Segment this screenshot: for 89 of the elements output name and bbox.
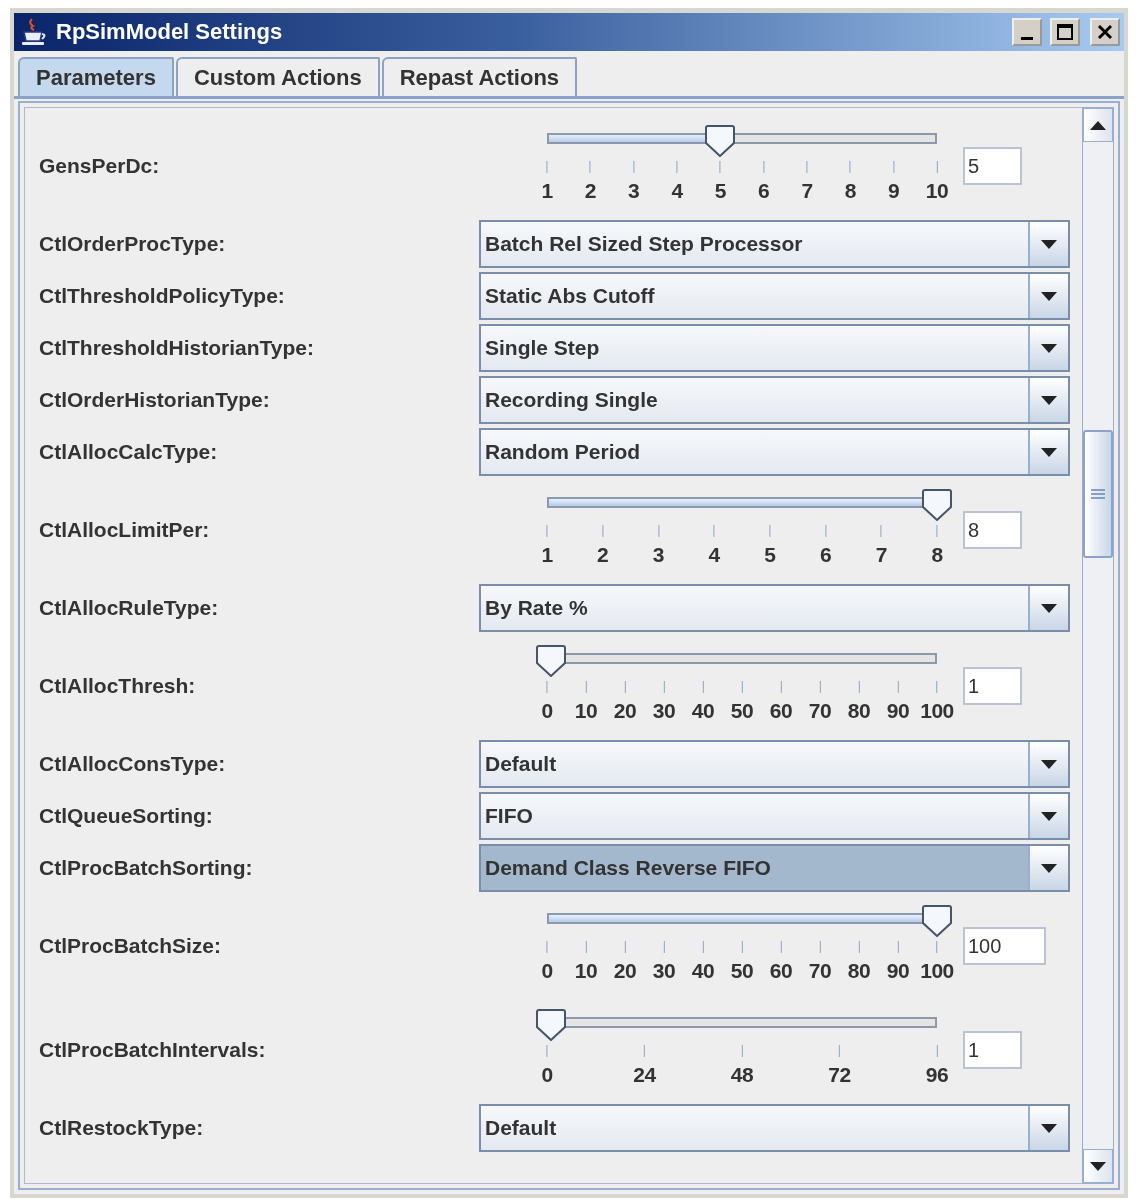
value-field[interactable]: 1 (963, 667, 1022, 705)
field-label: CtlAllocThresh: (39, 674, 197, 698)
tick-label: 30 (652, 699, 676, 723)
field-label: CtlOrderHistorianType: (39, 388, 271, 412)
field-label: CtlQueueSorting: (39, 804, 214, 828)
dropdown-value: FIFO (484, 804, 534, 828)
tick-label: 1 (541, 543, 553, 567)
dropdown[interactable]: Default (479, 740, 1070, 788)
dropdown[interactable]: Batch Rel Sized Step Processor (479, 220, 1070, 268)
tick-label: 20 (613, 699, 637, 723)
field-label: CtlRestockType: (39, 1116, 205, 1140)
tick-label: 48 (730, 1063, 754, 1087)
field-label: CtlProcBatchSorting: (39, 856, 254, 880)
dropdown-value: Single Step (484, 336, 601, 360)
dropdown-value: Default (484, 752, 558, 776)
tick-label: 2 (597, 543, 609, 567)
field-label: CtlProcBatchIntervals: (39, 1038, 267, 1062)
tick-label: 8 (931, 543, 943, 567)
tick-label: 24 (633, 1063, 656, 1087)
value-field[interactable]: 5 (963, 147, 1022, 185)
dropdown-value: By Rate % (484, 596, 589, 620)
dropdown[interactable]: Random Period (479, 428, 1070, 476)
tick-label: 80 (847, 959, 871, 983)
tick-label: 0 (541, 959, 553, 983)
field-label: CtlAllocLimitPer: (39, 518, 211, 542)
dropdown-value: Static Abs Cutoff (484, 284, 656, 308)
value-field[interactable]: 1 (963, 1031, 1022, 1069)
tick-label: 10 (574, 959, 598, 983)
field-label: CtlThresholdPolicyType: (39, 284, 286, 308)
tick-label: 8 (844, 179, 856, 203)
field-label: CtlProcBatchSize: (39, 934, 223, 958)
tick-label: 5 (764, 543, 776, 567)
tick-label: 10 (574, 699, 598, 723)
window-title: RpSimModel Settings (56, 19, 284, 45)
tick-label: 0 (541, 1063, 553, 1087)
tick-label: 1 (541, 179, 553, 203)
tick-label: 7 (801, 179, 813, 203)
tick-label: 50 (730, 959, 754, 983)
dropdown[interactable]: Single Step (479, 324, 1070, 372)
dropdown[interactable]: Default (479, 1104, 1070, 1152)
tick-label: 6 (758, 179, 770, 203)
tick-label: 96 (925, 1063, 949, 1087)
tick-label: 90 (886, 699, 910, 723)
dropdown-value: Demand Class Reverse FIFO (484, 856, 772, 880)
tick-label: 9 (888, 179, 900, 203)
tick-label: 70 (808, 959, 832, 983)
tick-label: 40 (691, 959, 715, 983)
tick-label: 72 (828, 1063, 851, 1087)
tick-label: 5 (714, 179, 726, 203)
tick-label: 7 (875, 543, 887, 567)
tab[interactable]: Parameters (18, 57, 174, 96)
tick-label: 3 (628, 179, 640, 203)
tick-label: 60 (769, 699, 793, 723)
tick-label: 4 (671, 179, 683, 203)
tick-label: 80 (847, 699, 871, 723)
tick-label: 10 (925, 179, 949, 203)
field-label: CtlThresholdHistorianType: (39, 336, 315, 360)
dropdown-value: Recording Single (484, 388, 659, 412)
dropdown[interactable]: Demand Class Reverse FIFO (479, 844, 1070, 892)
dropdown-value: Default (484, 1116, 558, 1140)
dropdown[interactable]: Static Abs Cutoff (479, 272, 1070, 320)
tick-label: 100 (920, 699, 954, 723)
tick-label: 4 (708, 543, 720, 567)
value-field[interactable]: 8 (963, 511, 1022, 549)
tick-label: 20 (613, 959, 637, 983)
tick-label: 70 (808, 699, 832, 723)
tick-label: 40 (691, 699, 715, 723)
dropdown[interactable]: FIFO (479, 792, 1070, 840)
tick-label: 6 (819, 543, 832, 567)
tick-label: 3 (652, 543, 664, 567)
field-label: CtlAllocCalcType: (39, 440, 219, 464)
tick-label: 100 (920, 959, 954, 983)
tick-label: 60 (769, 959, 793, 983)
dropdown-value: Batch Rel Sized Step Processor (484, 232, 804, 256)
field-label: CtlAllocConsType: (39, 752, 227, 776)
dropdown-value: Random Period (484, 440, 642, 464)
tick-label: 90 (886, 959, 910, 983)
tick-label: 50 (730, 699, 754, 723)
tick-label: 0 (541, 699, 553, 723)
dropdown[interactable]: Recording Single (479, 376, 1070, 424)
tick-label: 30 (652, 959, 676, 983)
field-label: CtlAllocRuleType: (39, 596, 220, 620)
tick-label: 2 (584, 179, 596, 203)
field-label: CtlOrderProcType: (39, 232, 227, 256)
tab[interactable]: Custom Actions (175, 57, 380, 96)
field-label: GensPerDc: (39, 154, 161, 178)
value-field[interactable]: 100 (963, 927, 1046, 965)
tab[interactable]: Repast Actions (381, 57, 578, 96)
dropdown[interactable]: By Rate % (479, 584, 1070, 632)
